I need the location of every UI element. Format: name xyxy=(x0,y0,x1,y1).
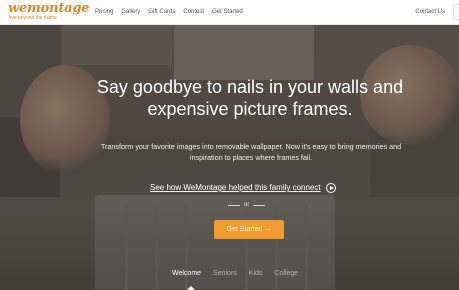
nav-contest[interactable]: Contest xyxy=(183,7,204,17)
tab-college[interactable]: College xyxy=(274,269,298,279)
wemontage-logo[interactable]: wemontage live beyond the frame xyxy=(8,1,90,22)
tab-kids[interactable]: Kids xyxy=(249,269,263,279)
nav-gift-cards[interactable]: Gift Cards xyxy=(148,7,175,17)
play-icon[interactable] xyxy=(325,183,336,193)
divider-line xyxy=(253,204,266,206)
audience-tabs: Welcome Seniors Kids College xyxy=(172,269,298,279)
or-divider: or xyxy=(228,201,266,209)
get-started-button[interactable]: Get Started → xyxy=(214,220,284,239)
divider-line xyxy=(228,204,240,206)
top-navigation-bar: wemontage live beyond the frame Pricing … xyxy=(0,0,459,25)
active-tab-indicator xyxy=(187,286,195,290)
family-video-link[interactable]: See how WeMontage helped this family con… xyxy=(150,183,336,193)
main-nav: Pricing Gallery Gift Cards Contest Get S… xyxy=(95,7,243,17)
or-text: or xyxy=(244,202,250,208)
logo-tagline: live beyond the frame xyxy=(9,15,57,21)
nav-get-started[interactable]: Get Started xyxy=(212,7,243,17)
tab-seniors[interactable]: Seniors xyxy=(213,269,237,279)
tab-welcome[interactable]: Welcome xyxy=(172,269,201,279)
contact-us-link[interactable]: Contact Us xyxy=(415,7,445,17)
hero-section: Say goodbye to nails in your walls and e… xyxy=(0,25,459,290)
nav-pricing[interactable]: Pricing xyxy=(95,7,113,17)
hero-subheadline: Transform your favorite images into remo… xyxy=(100,142,402,162)
side-tab-edge[interactable] xyxy=(453,4,459,20)
video-link-text[interactable]: See how WeMontage helped this family con… xyxy=(150,183,321,193)
logo-wordmark: wemontage xyxy=(8,1,90,16)
hero-headline: Say goodbye to nails in your walls and e… xyxy=(96,77,404,119)
nav-gallery[interactable]: Gallery xyxy=(121,7,140,17)
